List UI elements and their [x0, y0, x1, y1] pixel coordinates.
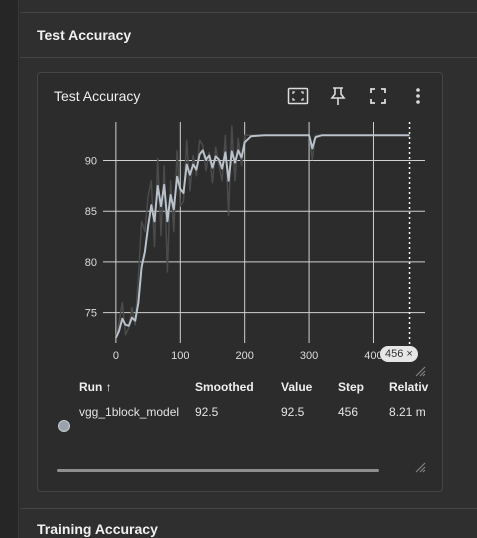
step-value: 456 — [338, 405, 359, 419]
y-tick-label: 75 — [85, 308, 97, 320]
more-vert-icon — [416, 88, 420, 104]
fit-domain-button[interactable] — [286, 84, 310, 108]
resize-handle-icon[interactable] — [414, 461, 426, 473]
resize-handle-icon[interactable] — [414, 365, 426, 377]
run-color-dot[interactable] — [58, 420, 70, 432]
step-cursor-badge[interactable]: 456 × — [380, 346, 418, 362]
smoothed-value: 92.5 — [195, 405, 219, 419]
fit-domain-icon — [287, 87, 309, 105]
y-tick-label: 80 — [85, 257, 97, 269]
fullscreen-icon — [370, 88, 386, 104]
smoothed-series-line — [114, 134, 410, 339]
x-tick-label: 100 — [171, 350, 189, 362]
run-name: vgg_1block_model — [79, 405, 180, 419]
column-header-smoothed[interactable]: Smoothed — [195, 380, 254, 394]
close-icon[interactable]: × — [406, 348, 412, 360]
column-header-relative[interactable]: Relativ — [389, 380, 429, 394]
chart-area[interactable]: 75 80 85 90 0 100 200 300 400 — [37, 112, 441, 367]
pin-button[interactable] — [326, 84, 350, 108]
x-tick-label: 200 — [236, 350, 254, 362]
y-tick-label: 85 — [85, 206, 97, 218]
column-header-run[interactable]: Run ↑ — [79, 380, 112, 394]
divider — [20, 508, 477, 509]
section-title-test-accuracy[interactable]: Test Accuracy — [37, 27, 131, 43]
fullscreen-button[interactable] — [366, 84, 390, 108]
x-tick-label: 0 — [113, 350, 119, 362]
y-tick-label: 90 — [85, 156, 97, 168]
more-options-button[interactable] — [406, 84, 430, 108]
x-tick-label: 300 — [300, 350, 318, 362]
chart-card-title: Test Accuracy — [54, 88, 141, 104]
column-header-value[interactable]: Value — [281, 380, 312, 394]
pin-icon — [330, 87, 346, 105]
raw-value: 92.5 — [281, 405, 305, 419]
section-title-training-accuracy[interactable]: Training Accuracy — [37, 521, 158, 537]
horizontal-scrollbar[interactable] — [57, 469, 379, 472]
divider — [20, 12, 477, 13]
line-chart[interactable]: 758085900 100 200 300 400 — [37, 112, 441, 367]
column-header-step[interactable]: Step — [338, 380, 364, 394]
divider — [20, 57, 477, 58]
relative-time-value: 8.21 m — [389, 405, 426, 419]
raw-series-line — [115, 125, 410, 339]
left-sidebar-edge — [0, 0, 19, 538]
step-cursor-value: 456 — [385, 348, 404, 360]
